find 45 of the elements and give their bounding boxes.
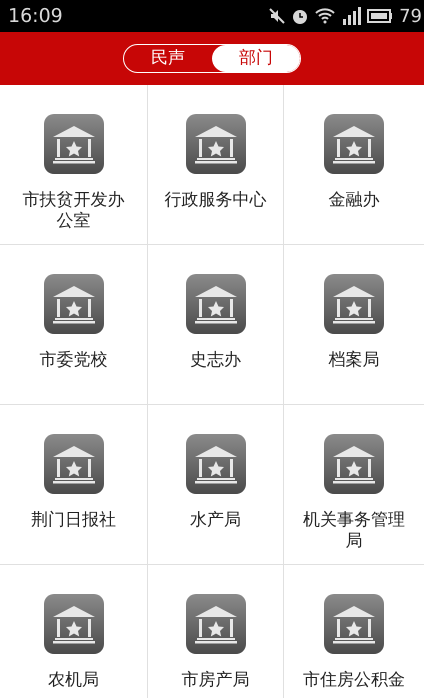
department-tile[interactable]: 档案局 [284, 245, 424, 405]
government-building-icon [324, 274, 384, 334]
department-tile[interactable]: 市房产局 [148, 565, 284, 698]
government-building-icon [324, 594, 384, 654]
department-name: 市房产局 [180, 670, 250, 691]
department-name: 机关事务管理局 [302, 510, 406, 552]
government-building-icon [44, 594, 104, 654]
government-building-icon [186, 434, 246, 494]
wifi-icon [315, 8, 336, 24]
government-building-icon [44, 434, 104, 494]
government-building-icon [44, 274, 104, 334]
signal-icon [341, 7, 362, 25]
department-name: 市住房公积金 [302, 670, 406, 691]
government-building-icon [186, 114, 246, 174]
government-building-icon [186, 594, 246, 654]
department-name: 档案局 [328, 350, 380, 371]
department-tile[interactable]: 市委党校 [0, 245, 148, 405]
government-building-icon [324, 114, 384, 174]
department-tile[interactable]: 水产局 [148, 405, 284, 565]
government-building-icon [324, 434, 384, 494]
department-tile[interactable]: 市扶贫开发办公室 [0, 85, 148, 245]
department-name: 金融办 [328, 190, 380, 211]
battery-icon [367, 9, 394, 23]
department-name: 史志办 [189, 350, 242, 371]
department-name: 农机局 [47, 670, 100, 691]
department-tile[interactable]: 农机局 [0, 565, 148, 698]
segment-tab[interactable]: 部门 [212, 45, 300, 72]
segment-tab[interactable]: 民声 [124, 45, 212, 72]
department-name: 市扶贫开发办公室 [22, 190, 126, 232]
department-tile[interactable]: 史志办 [148, 245, 284, 405]
government-building-icon [44, 114, 104, 174]
department-tile[interactable]: 金融办 [284, 85, 424, 245]
alarm-icon [291, 7, 310, 25]
department-tile[interactable]: 市住房公积金 [284, 565, 424, 698]
mute-icon [269, 8, 286, 24]
government-building-icon [186, 274, 246, 334]
department-name: 水产局 [189, 510, 242, 531]
department-tile[interactable]: 荆门日报社 [0, 405, 148, 565]
department-name: 荆门日报社 [30, 510, 117, 531]
department-name: 市委党校 [38, 350, 108, 371]
battery-percent: 79 [399, 4, 422, 28]
department-tile[interactable]: 行政服务中心 [148, 85, 284, 245]
department-name: 行政服务中心 [164, 190, 268, 211]
department-tile[interactable]: 机关事务管理局 [284, 405, 424, 565]
clock-time: 16:09 [8, 4, 63, 29]
